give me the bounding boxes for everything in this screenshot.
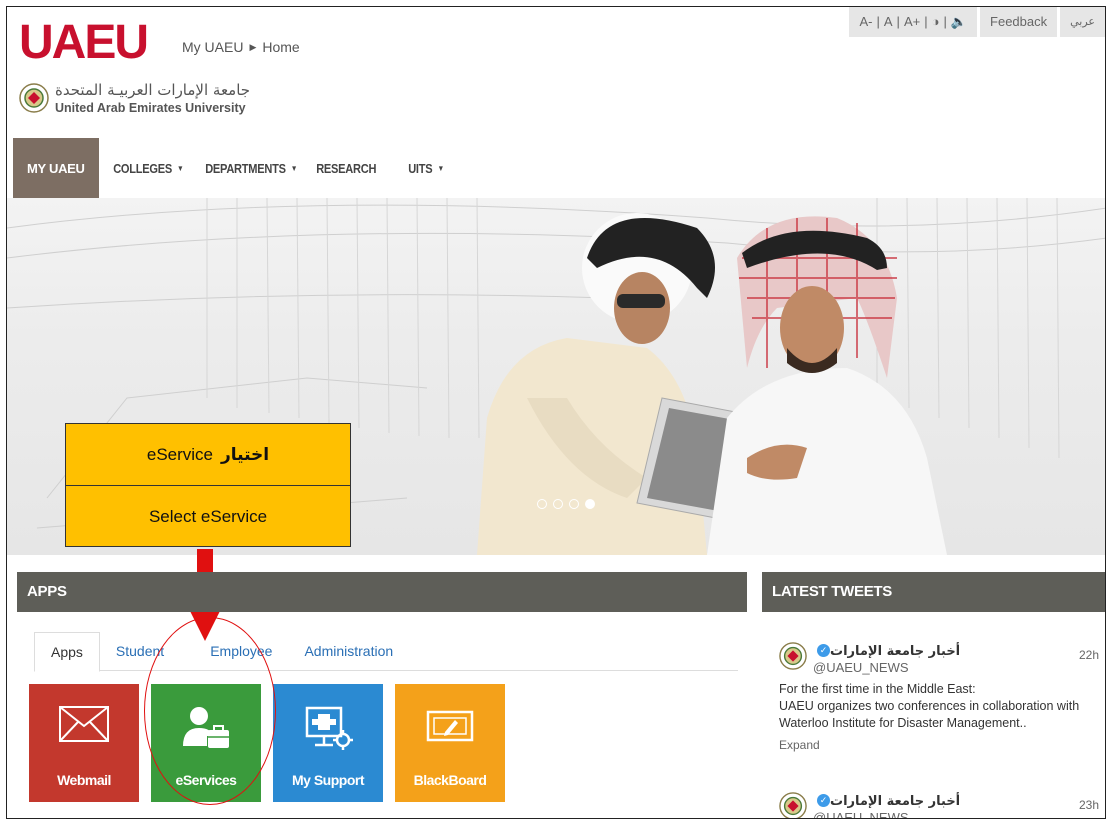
caret-down-icon: ▼ [437, 163, 445, 173]
nav-colleges[interactable]: COLLEGES ▼ [103, 138, 194, 198]
carousel-dot-3[interactable] [569, 499, 579, 509]
chevron-right-icon: ▶ [249, 41, 257, 52]
tweet-author[interactable]: أخبار جامعة الإمارات [830, 644, 960, 659]
webmail-label: Webmail [57, 772, 111, 788]
tweet-handle[interactable]: @UAEU_NEWS [813, 660, 960, 675]
board-pencil-icon [426, 710, 474, 742]
tweet-item[interactable]: ✓ أخبار جامعة الإمارات @UAEU_NEWS 23h [779, 792, 1099, 819]
language-switch[interactable]: عربي [1060, 7, 1105, 37]
browser-viewport: UAEU My UAEU ▶ Home جامعة الإمارات العرب… [6, 6, 1106, 819]
feedback-button[interactable]: Feedback [980, 7, 1058, 37]
apps-panel-title: APPS [17, 572, 747, 612]
avatar[interactable] [779, 642, 807, 670]
carousel-indicators [537, 499, 595, 509]
blackboard-tile[interactable]: BlackBoard [395, 684, 505, 802]
tweet-time[interactable]: 23h [1079, 798, 1099, 812]
nav-my-uaeu[interactable]: MY UAEU [13, 138, 99, 198]
tweet-handle[interactable]: @UAEU_NEWS [813, 810, 960, 818]
nav-uits[interactable]: UITS ▼ [398, 138, 454, 198]
tweet-time[interactable]: 22h [1079, 648, 1099, 662]
university-name-english: United Arab Emirates University [55, 101, 246, 115]
caret-down-icon: ▼ [176, 163, 184, 173]
apps-tabs: Apps Student Employee Administration [34, 632, 738, 672]
blackboard-label: BlackBoard [413, 772, 487, 788]
carousel-dot-1[interactable] [537, 499, 547, 509]
breadcrumb: My UAEU ▶ Home [182, 39, 300, 55]
text-size-normal[interactable]: A [884, 13, 893, 31]
tweets-panel-title: LATEST TWEETS [762, 572, 1105, 612]
instruction-callout: eService اختيار Select eService [65, 423, 351, 547]
verified-icon: ✓ [817, 644, 830, 658]
carousel-dot-2[interactable] [553, 499, 563, 509]
my-support-tile[interactable]: My Support [273, 684, 383, 802]
contrast-icon[interactable]: ◑ [932, 13, 940, 31]
callout-english-line: Select eService [148, 506, 268, 526]
speaker-icon[interactable]: 🔈 [951, 13, 967, 31]
tab-apps[interactable]: Apps [34, 632, 100, 672]
callout-arabic-line: eService اختيار [66, 424, 350, 486]
nav-research[interactable]: RESEARCH [306, 138, 386, 198]
text-size-decrease[interactable]: A- [859, 13, 872, 31]
uaeu-logo[interactable]: UAEU [19, 19, 149, 67]
tweet-expand-link[interactable]: Expand [779, 738, 1099, 752]
tab-administration[interactable]: Administration [288, 632, 409, 670]
tweet-author[interactable]: أخبار جامعة الإمارات [830, 794, 960, 809]
envelope-icon [59, 706, 109, 742]
support-monitor-icon [305, 706, 353, 750]
apps-panel: APPS Apps Student Employee Administratio… [17, 572, 747, 818]
tweets-panel: LATEST TWEETS ✓ أخبار جامعة الإمارات @UAE… [762, 572, 1105, 819]
tweet-text: For the first time in the Middle East: U… [779, 682, 1080, 730]
avatar[interactable] [779, 792, 807, 819]
annotation-highlight-circle [144, 617, 276, 805]
webmail-tile[interactable]: Webmail [29, 684, 139, 802]
my-support-label: My Support [292, 772, 365, 788]
main-nav: MY UAEU COLLEGES ▼ DEPARTMENTS ▼ RESEARCH … [7, 138, 1105, 198]
nav-departments[interactable]: DEPARTMENTS ▼ [195, 138, 307, 198]
accessibility-tools: A- | A | A+ | ◑ | 🔈 [849, 7, 978, 37]
breadcrumb-home: Home [262, 39, 300, 55]
top-toolbar: A- | A | A+ | ◑ | 🔈 Feedback عربي [849, 7, 1105, 37]
carousel-dot-4[interactable] [585, 499, 595, 509]
tweet-item[interactable]: ✓ أخبار جامعة الإمارات @UAEU_NEWS 22h For… [779, 642, 1099, 752]
university-name-arabic: جامعة الإمارات العربيـة المتحدة [55, 81, 251, 99]
text-size-increase[interactable]: A+ [904, 13, 920, 31]
breadcrumb-my-uaeu[interactable]: My UAEU [182, 39, 243, 55]
verified-icon: ✓ [817, 794, 830, 808]
university-seal-icon [19, 83, 49, 113]
caret-down-icon: ▼ [291, 163, 298, 173]
